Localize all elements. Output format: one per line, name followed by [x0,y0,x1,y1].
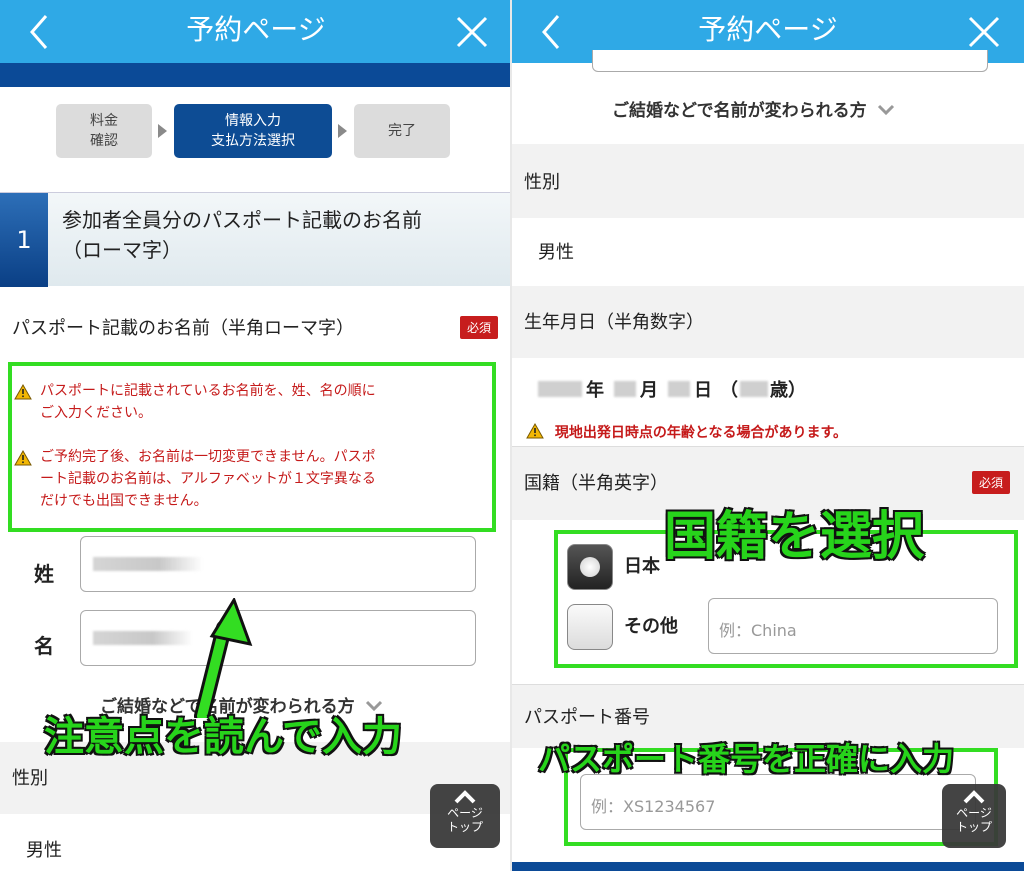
given-name-input-partial[interactable] [592,50,988,72]
gender-label: 性別 [12,768,48,789]
blurred-text [93,557,203,571]
passport-label: パスポート番号 [524,707,650,728]
surname-input[interactable] [80,536,476,592]
gender-label: 性別 [524,172,560,193]
annotation-enter-passport: パスポート番号を正確に入力 [537,739,955,779]
close-icon[interactable] [964,12,1004,52]
dob-warning: 現地出発日時点の年齢となる場合があります。 [526,422,847,442]
given-name-label: 名 [34,634,54,658]
gender-value: 男性 [26,840,62,861]
annotation-select-nationality: 国籍を選択 [663,506,925,568]
page-top-button[interactable]: ページ トップ [942,784,1006,848]
step-price-confirm: 料金 確認 [56,104,152,158]
warning-name-order: パスポートに記載されているお名前を、姓、名の順に ご入力ください。 [14,380,484,424]
option-japan-label: 日本 [624,556,660,577]
section-header: 1 参加者全員分のパスポート記載のお名前 （ローマ字） [0,192,512,287]
dob-label-row: 生年月日（半角数字） [512,286,1024,358]
nationality-label: 国籍（半角英字） [524,473,668,494]
radio-japan[interactable] [567,544,613,590]
required-badge: 必須 [971,471,1010,494]
dob-value: 年 月 日 （ 歳） [538,376,806,402]
given-name-input[interactable] [80,610,476,666]
gender-value: 男性 [538,242,574,263]
page-title: 予約ページ [698,13,838,46]
required-badge: 必須 [459,316,498,339]
name-label: パスポート記載のお名前（半角ローマ字） [12,318,354,339]
header-bar: 予約ページ [0,0,512,63]
navy-band [0,63,512,87]
close-icon[interactable] [452,12,492,52]
chevron-down-icon [877,104,894,116]
arrow-up-icon [963,790,985,804]
warning-icon [526,422,544,439]
annotation-arrow [194,598,253,718]
annotation-read-notes: 注意点を読んで入力 [43,713,403,761]
blurred-text [93,631,193,645]
arrow-up-icon [454,790,476,804]
blurred-day [668,381,690,397]
name-label-row: パスポート記載のお名前（半角ローマ字） 必須 [0,312,512,342]
radio-other[interactable] [567,604,613,650]
bottom-navy-band [512,862,1024,871]
surname-label: 姓 [34,562,54,586]
step-complete: 完了 [354,104,450,158]
warning-no-change: ご予約完了後、お名前は一切変更できません。パスポ ート記載のお名前は、アルファベ… [14,446,484,512]
gender-label-row: 性別 [512,144,1024,218]
blurred-year [538,381,582,397]
blurred-month [614,381,636,397]
page-title: 予約ページ [186,13,326,46]
page-top-button[interactable]: ページ トップ [430,784,500,848]
warning-icon [14,450,32,466]
dob-label: 生年月日（半角数字） [524,312,704,333]
step-arrow-icon [158,124,167,138]
section-title: 参加者全員分のパスポート記載のお名前 （ローマ字） [62,208,422,262]
blurred-age [740,381,768,397]
step-info-payment: 情報入力 支払方法選択 [174,104,332,158]
right-screen: 予約ページ ご結婚などで名前が変わられる方 性別 男性 生年月日（半角数字） 年… [512,0,1024,871]
marriage-name-change-link[interactable]: ご結婚などで名前が変わられる方 [612,96,895,121]
step-arrow-icon [338,124,347,138]
left-screen: 予約ページ 料金 確認 情報入力 支払方法選択 完了 1 参加者全員分のパスポート記… [0,0,512,871]
option-other-label: その他 [624,616,678,637]
section-number: 1 [0,193,48,287]
warning-icon [14,384,32,400]
other-nationality-input[interactable]: 例：China [708,598,998,654]
passport-number-input[interactable]: 例：XS1234567 [580,774,976,830]
